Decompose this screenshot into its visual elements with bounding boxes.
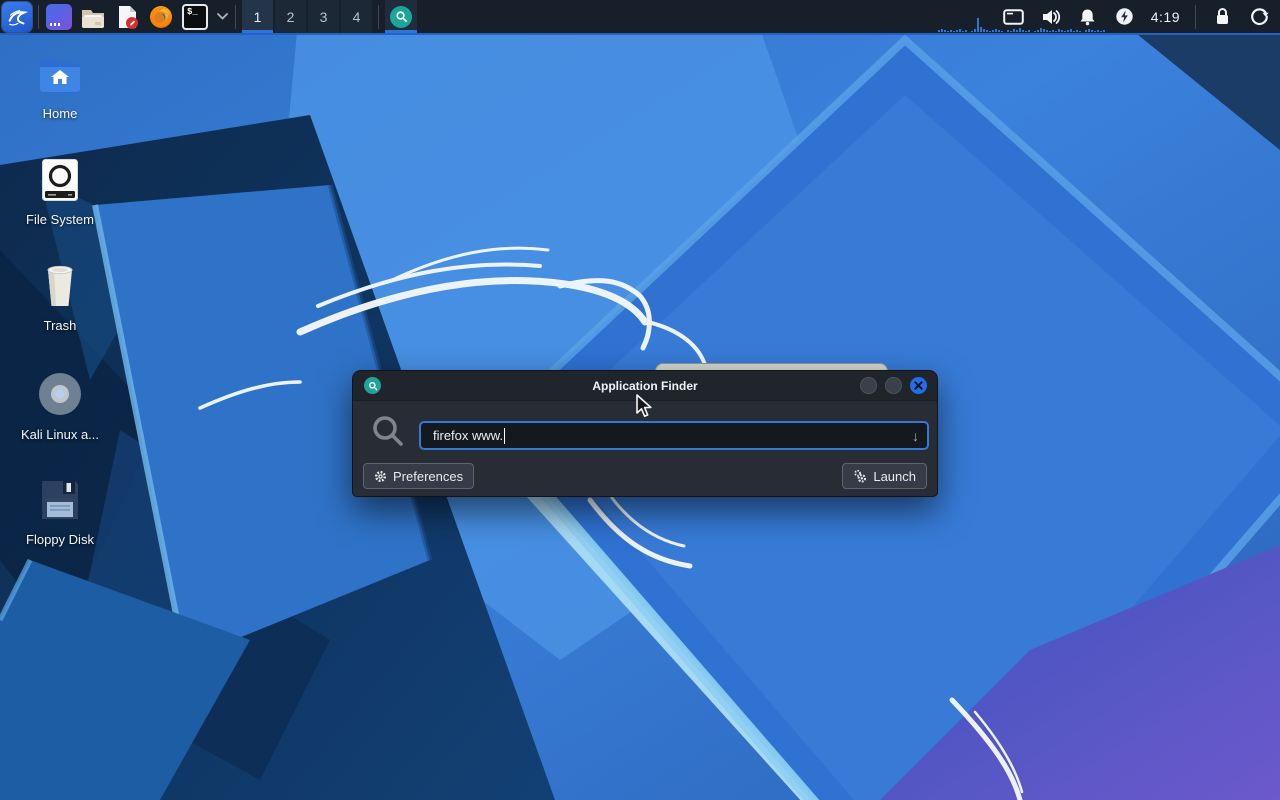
desktop-icon-label: File System (26, 212, 94, 227)
desktop-icon-label: Home (42, 106, 78, 121)
system-tray: 4:19 (1003, 0, 1280, 33)
window-title: Application Finder (592, 378, 698, 393)
search-icon (373, 416, 403, 446)
desktop-icon-floppy[interactable]: Floppy Disk (8, 478, 112, 547)
application-finder-task-button[interactable] (385, 0, 417, 33)
panel-launchers: $_ 1 2 3 4 (0, 0, 417, 33)
window-app-icon (46, 3, 72, 30)
text-editor-launcher[interactable] (113, 3, 141, 31)
notifications-icon[interactable] (1077, 6, 1099, 28)
panel-clock[interactable]: 4:19 (1151, 9, 1180, 25)
terminal-icon: $_ (182, 3, 208, 30)
close-button[interactable] (910, 377, 927, 394)
floppy-disk-icon (42, 481, 78, 519)
desktop-icon-file-system[interactable]: File System (8, 158, 112, 227)
close-icon (914, 381, 923, 390)
file-manager-icon (82, 9, 104, 28)
preferences-button[interactable]: Preferences (363, 463, 475, 489)
workspace-4[interactable]: 4 (341, 0, 372, 33)
search-input-value: firefox www. (433, 428, 504, 443)
firefox-launcher[interactable] (147, 3, 175, 31)
mouse-cursor (636, 394, 652, 417)
desktop-icon-home[interactable]: Home (8, 54, 112, 121)
minimize-button[interactable] (860, 377, 877, 394)
launch-label: Launch (873, 468, 916, 484)
workspace-1[interactable]: 1 (242, 0, 273, 33)
power-manager-icon[interactable] (1114, 6, 1136, 28)
history-dropdown-arrow-icon[interactable]: ↓ (912, 428, 919, 444)
desktop-screen: $_ 1 2 3 4 4:19 Home File System Trash K… (0, 0, 1280, 800)
logout-icon[interactable] (1248, 6, 1270, 28)
application-finder-icon (390, 5, 412, 28)
desktop-icon-label: Trash (43, 318, 77, 333)
launch-button[interactable]: Launch (842, 463, 927, 489)
text-editor-icon (119, 5, 138, 29)
touchpad-icon[interactable] (1003, 6, 1025, 28)
chevron-down-icon (216, 13, 228, 20)
panel-separator (378, 4, 379, 29)
launch-gears-icon (854, 469, 867, 483)
application-finder-icon (364, 377, 381, 394)
terminal-launcher[interactable]: $_ (181, 3, 209, 31)
application-finder-window: Application Finder firefox www. ↓ Prefer… (352, 370, 938, 497)
dialog-buttons: Preferences Launch (363, 463, 927, 489)
search-input[interactable]: firefox www. ↓ (419, 421, 929, 450)
kali-menu-icon (8, 9, 28, 26)
panel-separator (38, 4, 39, 29)
firefox-icon (150, 5, 172, 28)
panel-separator (235, 4, 236, 29)
kali-menu-button[interactable] (2, 1, 32, 32)
workspace-2[interactable]: 2 (275, 0, 306, 33)
terminal-dropdown[interactable] (215, 3, 229, 31)
gear-icon (375, 470, 386, 482)
desktop-icon-trash[interactable]: Trash (8, 264, 112, 333)
preferences-label: Preferences (393, 468, 464, 484)
desktop-icon-label: Floppy Disk (26, 532, 94, 547)
workspace-3[interactable]: 3 (308, 0, 339, 33)
text-caret (504, 427, 506, 444)
volume-icon[interactable] (1040, 6, 1062, 28)
home-folder-icon (40, 59, 80, 93)
file-manager-launcher[interactable] (79, 3, 107, 31)
workspace-switcher: 1 2 3 4 (242, 0, 372, 33)
lock-icon[interactable] (1211, 6, 1233, 28)
trash-icon (47, 265, 73, 306)
desktop-icon-label: Kali Linux a... (20, 427, 100, 442)
desktop-icon-kali-cd[interactable]: Kali Linux a... (8, 371, 112, 442)
file-system-drive-icon (42, 159, 78, 201)
maximize-button[interactable] (885, 377, 902, 394)
panel-separator (1195, 4, 1196, 29)
window-app-launcher[interactable] (45, 3, 73, 31)
kali-disc-icon (39, 373, 81, 415)
top-panel: $_ 1 2 3 4 4:19 (0, 0, 1280, 35)
